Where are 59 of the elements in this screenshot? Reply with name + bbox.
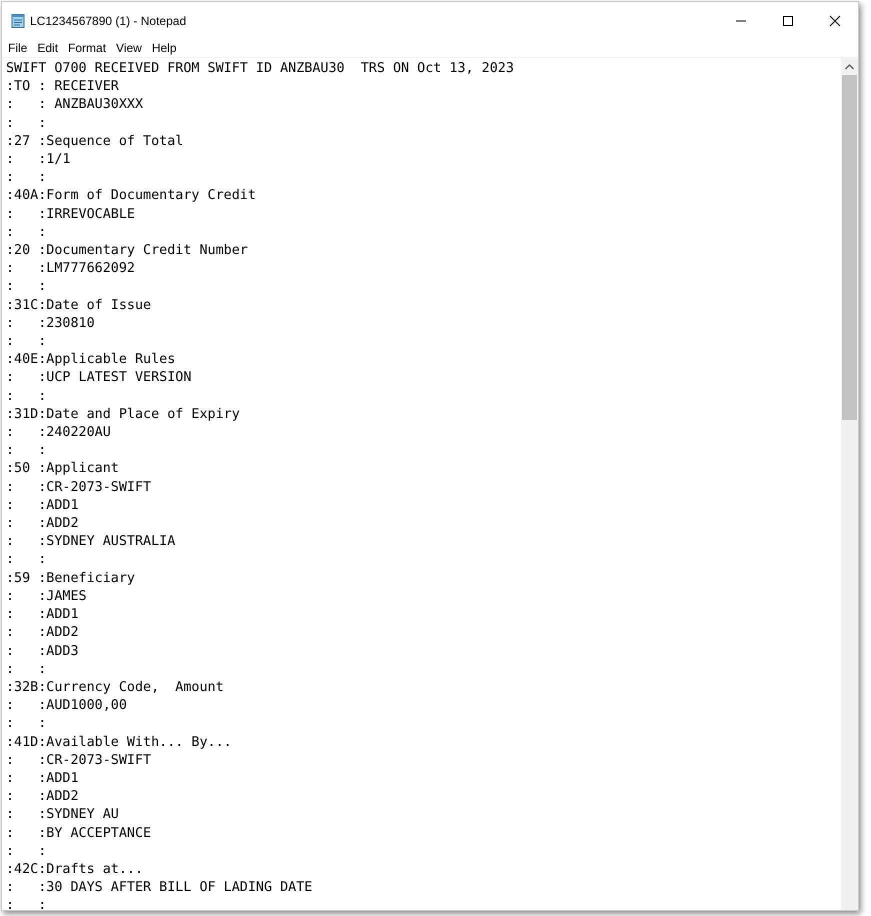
text-line: : :	[6, 169, 46, 188]
text-line: : :LM777662092	[6, 260, 135, 278]
text-line: :42C:Drafts at...	[6, 860, 144, 879]
text-line: : :ADD3	[6, 642, 79, 660]
text-line: : :AUD1000,00	[6, 697, 127, 716]
text-line: : :	[6, 442, 46, 460]
scroll-thumb[interactable]	[842, 75, 857, 420]
chevron-up-icon	[845, 64, 854, 70]
text-line: : :CR-2073-SWIFT	[6, 478, 152, 497]
text-line: : : ANZBAU30XXX	[6, 96, 144, 114]
text-line: : :ADD1	[6, 606, 79, 624]
text-line: : :BY ACCEPTANCE	[6, 824, 152, 843]
text-line: : :IRREVOCABLE	[6, 206, 135, 224]
text-line: :32B:Currency Code, Amount	[6, 678, 224, 697]
text-line: : :CR-2073-SWIFT	[6, 752, 152, 770]
text-line: : :	[6, 278, 46, 296]
scrollbar[interactable]	[841, 58, 858, 910]
text-line: : :JAMES	[6, 588, 87, 606]
text-line: : :	[6, 660, 46, 679]
text-line: : :	[6, 388, 46, 406]
text-line: : :240220AU	[6, 424, 111, 442]
text-line: : :ADD2	[6, 624, 79, 642]
text-line: : :	[6, 224, 46, 242]
text-line: :31D:Date and Place of Expiry	[6, 406, 240, 424]
text-line: : :ADD2	[6, 788, 79, 806]
menu-item[interactable]: View	[110, 41, 146, 55]
menu-item[interactable]: Help	[146, 41, 181, 55]
text-line: : :1/1	[6, 151, 70, 170]
close-icon	[828, 14, 840, 26]
menu-item[interactable]: Format	[62, 41, 110, 55]
text-line: SWIFT O700 RECEIVED FROM SWIFT ID ANZBAU30 TRS ON Oct 13, 2023	[6, 60, 514, 78]
text-line: :59 :Beneficiary	[6, 570, 135, 588]
text-line: : :ADD1	[6, 496, 79, 515]
text-line: :27 :Sequence of Total	[6, 132, 184, 151]
text-line: : :	[6, 551, 46, 570]
text-line: :40E:Applicable Rules	[6, 351, 176, 370]
text-line: : :230810	[6, 314, 95, 333]
text-line: :TO : RECEIVER	[6, 78, 119, 96]
text-line: : :SYDNEY AUSTRALIA	[6, 533, 176, 552]
text-line: :50 :Applicant	[6, 460, 119, 478]
notepad-icon	[10, 12, 26, 28]
text-line: : :	[6, 715, 46, 734]
text-line: : :	[6, 114, 46, 133]
text-line: :41D:Available With... By...	[6, 734, 232, 752]
text-line: :31C:Date of Issue	[6, 296, 152, 315]
text-line: : :	[6, 333, 46, 352]
text-line: :40A:Form of Documentary Credit	[6, 187, 256, 206]
text-line: :20 :Documentary Credit Number	[6, 242, 248, 260]
text-line: : :ADD2	[6, 515, 79, 534]
text-line: : :	[6, 842, 46, 861]
text-line: : :SYDNEY AU	[6, 806, 119, 824]
window-title: LC1234567890 (1) - Notepad	[30, 14, 186, 28]
menu-item[interactable]: File	[2, 41, 32, 55]
text-line: : :ADD1	[6, 770, 79, 788]
text-line: : :30 DAYS AFTER BILL OF LADING DATE	[6, 879, 312, 898]
menu-item[interactable]: Edit	[31, 41, 62, 55]
text-line: : :	[6, 897, 46, 910]
maximize-icon	[782, 14, 794, 26]
text-line: : :UCP LATEST VERSION	[6, 369, 192, 388]
